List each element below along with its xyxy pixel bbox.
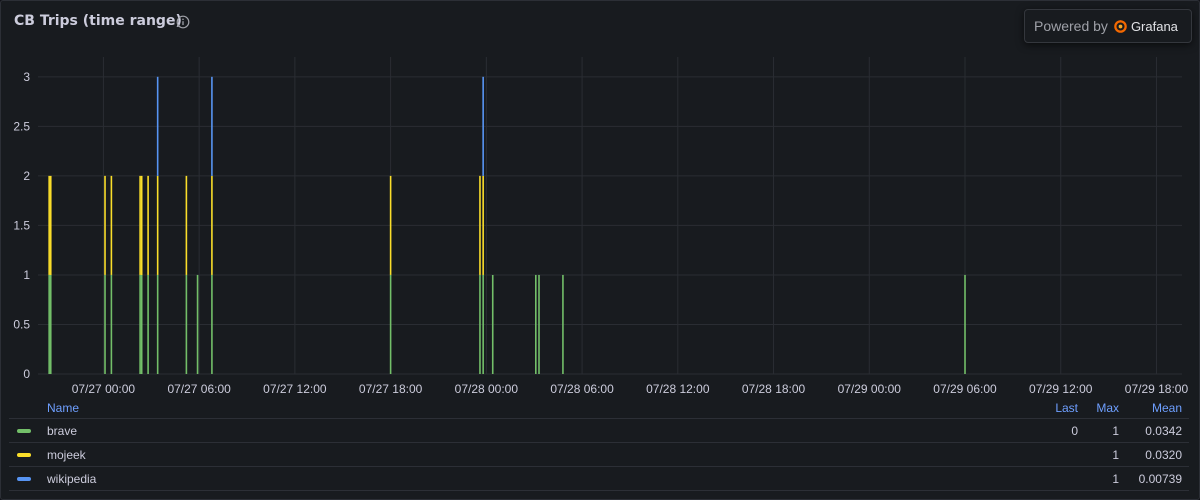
legend-swatch — [17, 453, 31, 457]
legend-header: Name Last Max Mean — [9, 398, 1189, 419]
legend-swatch — [17, 429, 31, 433]
legend-table: Name Last Max Mean brave 0 1 0.0342 moje… — [9, 398, 1189, 491]
legend-row-brave[interactable]: brave 0 1 0.0342 — [9, 419, 1189, 443]
chart-area[interactable]: 0 0.5 1 1.5 2 2.5 3 07/27 00:00 07/27 06:00 07/27… — [0, 0, 1200, 400]
x-tick-label: 07/29 00:00 — [838, 382, 902, 396]
legend-header-name[interactable]: Name — [47, 401, 79, 415]
x-tick-label: 07/27 12:00 — [263, 382, 327, 396]
legend-mean-value: 0.0342 — [1145, 424, 1182, 438]
y-tick-label: 0.5 — [13, 317, 30, 331]
legend-row-mojeek[interactable]: mojeek 1 0.0320 — [9, 443, 1189, 467]
y-tick-label: 0 — [23, 367, 30, 381]
legend-row-wikipedia[interactable]: wikipedia 1 0.00739 — [9, 467, 1189, 491]
y-tick-label: 3 — [23, 70, 30, 84]
legend-series-name[interactable]: wikipedia — [47, 472, 96, 486]
x-tick-label: 07/29 06:00 — [933, 382, 997, 396]
legend-max-value: 1 — [1112, 424, 1119, 438]
legend-header-last[interactable]: Last — [1055, 401, 1078, 415]
x-tick-label: 07/28 12:00 — [646, 382, 710, 396]
x-tick-label: 07/28 06:00 — [550, 382, 614, 396]
x-tick-label: 07/28 00:00 — [455, 382, 519, 396]
legend-header-mean[interactable]: Mean — [1152, 401, 1182, 415]
legend-header-max[interactable]: Max — [1096, 401, 1119, 415]
x-tick-label: 07/29 18:00 — [1125, 382, 1189, 396]
y-tick-label: 2 — [23, 169, 30, 183]
x-tick-label: 07/27 06:00 — [167, 382, 231, 396]
x-tick-label: 07/29 12:00 — [1029, 382, 1093, 396]
y-tick-label: 2.5 — [13, 119, 30, 133]
legend-max-value: 1 — [1112, 472, 1119, 486]
legend-series-name[interactable]: mojeek — [47, 448, 86, 462]
y-tick-label: 1.5 — [13, 218, 30, 232]
y-tick-label: 1 — [23, 268, 30, 282]
x-tick-label: 07/27 18:00 — [359, 382, 423, 396]
x-tick-label: 07/27 00:00 — [72, 382, 136, 396]
legend-series-name[interactable]: brave — [47, 424, 77, 438]
legend-mean-value: 0.00739 — [1138, 472, 1182, 486]
legend-swatch — [17, 477, 31, 481]
legend-max-value: 1 — [1112, 448, 1119, 462]
legend-mean-value: 0.0320 — [1145, 448, 1182, 462]
legend-last-value: 0 — [1071, 424, 1078, 438]
x-tick-label: 07/28 18:00 — [742, 382, 806, 396]
